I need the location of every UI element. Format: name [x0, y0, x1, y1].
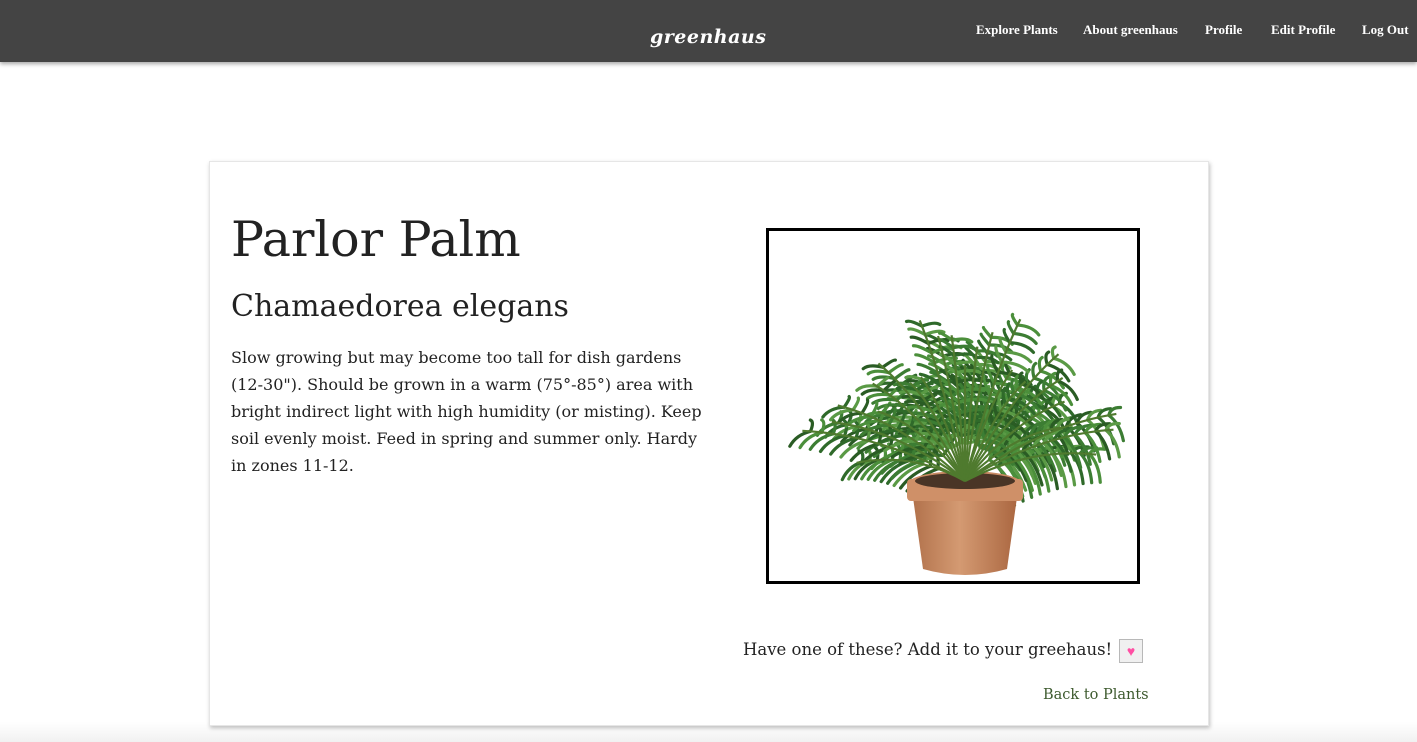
back-to-plants-link[interactable]: Back to Plants [1043, 687, 1149, 703]
plant-scientific-name: Chamaedorea elegans [231, 289, 569, 324]
nav-edit-profile[interactable]: Edit Profile [1271, 22, 1335, 38]
brand-logo[interactable]: greenhaus [650, 26, 766, 48]
heart-icon: ♥ [1126, 643, 1136, 659]
plant-common-name: Parlor Palm [231, 211, 521, 268]
plant-detail-card: Parlor Palm Chamaedorea elegans Slow gro… [209, 161, 1209, 726]
nav-profile[interactable]: Profile [1205, 22, 1242, 38]
parlor-palm-illustration [788, 312, 1125, 575]
add-favorite-button[interactable]: ♥ [1119, 639, 1143, 663]
add-to-greenhaus-prompt: Have one of these? Add it to your greeha… [743, 640, 1113, 659]
top-navbar: greenhaus Explore Plants About greenhaus… [0, 0, 1417, 62]
nav-about-greenhaus[interactable]: About greenhaus [1083, 22, 1178, 38]
plant-image [766, 228, 1140, 584]
plant-description: Slow growing but may become too tall for… [231, 348, 702, 475]
nav-explore-plants[interactable]: Explore Plants [976, 22, 1058, 38]
nav-log-out[interactable]: Log Out [1362, 22, 1409, 38]
